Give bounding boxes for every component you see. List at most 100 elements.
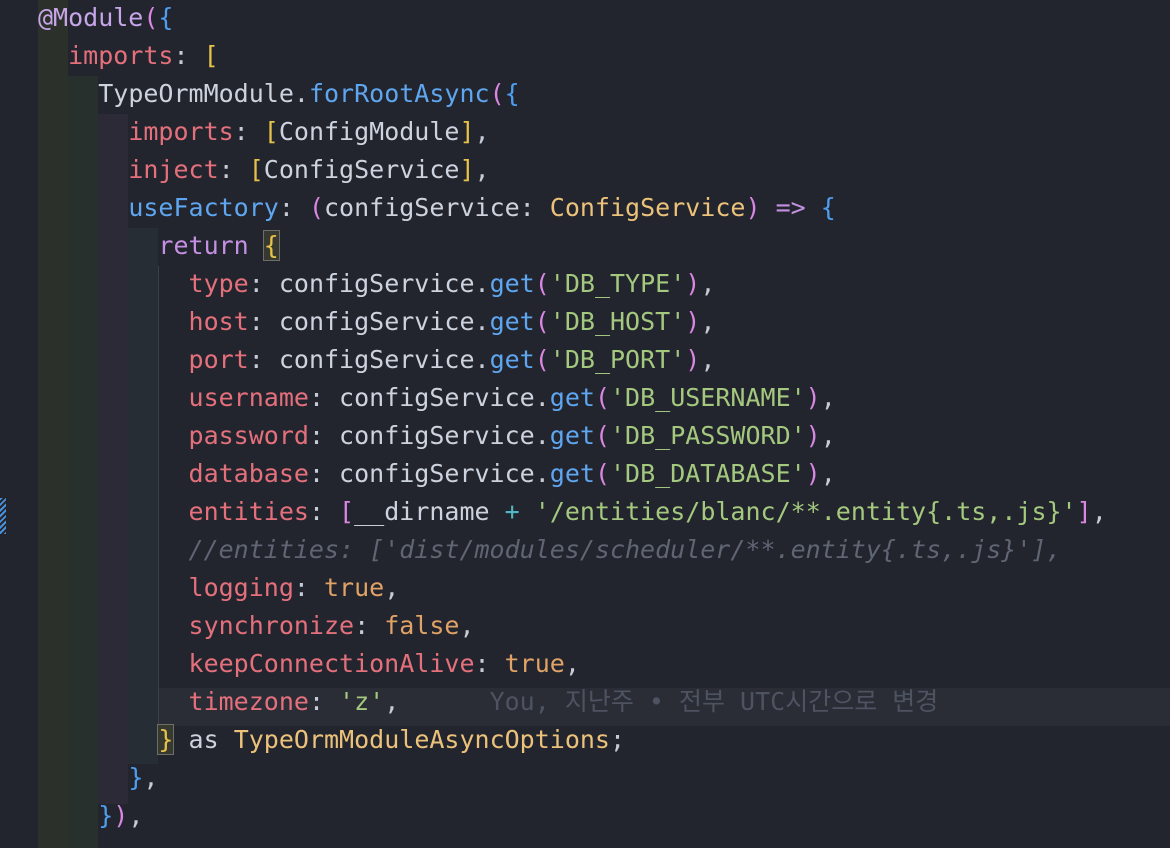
code-line[interactable]: database: configService.get('DB_DATABASE… — [38, 455, 836, 493]
code-line[interactable]: host: configService.get('DB_HOST'), — [38, 303, 716, 341]
code-token: get — [489, 307, 535, 336]
code-token: ConfigModule — [278, 117, 460, 146]
code-line[interactable]: entities: [__dirname + '/entities/blanc/… — [38, 493, 1107, 531]
code-token: 'DB_HOST' — [549, 307, 686, 336]
code-line[interactable]: @Module({ — [38, 0, 173, 37]
code-token: : — [278, 193, 309, 222]
code-token: true — [323, 573, 385, 602]
code-token: , — [700, 269, 716, 298]
code-token: TypeOrmModuleAsyncOptions — [233, 725, 610, 754]
code-line[interactable]: imports: [ — [38, 37, 219, 75]
code-token: ) — [805, 383, 821, 412]
code-token: 'DB_PORT' — [549, 345, 686, 374]
code-line[interactable]: port: configService.get('DB_PORT'), — [38, 341, 716, 379]
code-token: logging — [188, 573, 294, 602]
code-token: : — [354, 611, 385, 640]
code-line[interactable]: imports: [ConfigModule], — [38, 113, 489, 151]
code-token: __dirname — [354, 497, 490, 526]
code-token: ( — [534, 307, 550, 336]
code-token: , — [1091, 497, 1107, 526]
code-token: [ — [263, 117, 279, 146]
code-token: } — [157, 724, 175, 755]
code-token: 'DB_USERNAME' — [610, 383, 806, 412]
code-token: host — [188, 307, 249, 336]
code-token: 'DB_TYPE' — [549, 269, 686, 298]
code-token: : — [519, 193, 550, 222]
code-token: . — [534, 459, 550, 488]
code-line[interactable]: //entities: ['dist/modules/scheduler/**.… — [38, 531, 1062, 569]
code-line[interactable]: }), — [38, 797, 143, 835]
code-token: entities — [188, 497, 309, 526]
code-line[interactable]: logging: true, — [38, 569, 400, 607]
code-token: configService — [324, 193, 520, 222]
code-token: + — [504, 497, 520, 526]
code-token: : — [308, 497, 340, 526]
code-token: 'z' — [339, 687, 385, 716]
code-line[interactable]: } as TypeOrmModuleAsyncOptions; — [38, 721, 625, 759]
code-token: true — [504, 649, 565, 678]
code-token: { — [504, 79, 520, 108]
code-line[interactable]: password: configService.get('DB_PASSWORD… — [38, 417, 836, 455]
code-token: get — [489, 345, 535, 374]
code-token: => — [775, 193, 806, 222]
code-token: , — [384, 573, 400, 602]
code-token: : — [248, 307, 279, 336]
code-token: get — [489, 269, 535, 298]
code-token: , — [128, 801, 144, 830]
code-token: : — [248, 269, 279, 298]
code-token: ( — [534, 345, 550, 374]
code-token: type — [188, 269, 249, 298]
code-token: synchronize — [188, 611, 355, 640]
code-token: 'DB_PASSWORD' — [610, 421, 806, 450]
code-token: : — [173, 41, 204, 70]
code-token: configService — [339, 383, 535, 412]
code-token: get — [549, 459, 595, 488]
code-token: useFactory — [128, 193, 279, 222]
code-line[interactable]: timezone: 'z', You, 지난주 • 전부 UTC시간으로 변경 — [38, 683, 939, 721]
code-token: , — [700, 307, 716, 336]
code-token: TypeOrmModule — [98, 79, 294, 108]
code-token: . — [474, 345, 490, 374]
code-editor[interactable]: @Module({ imports: [ TypeOrmModule.forRo… — [0, 0, 1170, 848]
git-change-marker — [0, 498, 6, 534]
code-token: : — [308, 421, 340, 450]
code-line[interactable]: TypeOrmModule.forRootAsync({ — [38, 75, 520, 113]
code-line[interactable]: inject: [ConfigService], — [38, 151, 489, 189]
code-token: as — [173, 725, 234, 754]
code-token: configService — [278, 269, 475, 298]
code-token: ( — [594, 459, 610, 488]
code-token: ) — [685, 269, 701, 298]
code-token: ) — [113, 801, 129, 830]
code-token: { — [158, 3, 174, 32]
code-token: get — [549, 421, 595, 450]
code-token: imports — [68, 41, 174, 70]
code-token: , — [820, 421, 836, 450]
code-line[interactable]: }, — [38, 759, 158, 797]
code-token: { — [262, 230, 280, 261]
code-line[interactable]: keepConnectionAlive: true, — [38, 645, 580, 683]
code-line[interactable]: useFactory: (configService: ConfigServic… — [38, 189, 836, 227]
code-token: ( — [594, 421, 610, 450]
code-token: @Module — [38, 3, 144, 32]
code-line[interactable]: return { — [38, 227, 280, 265]
code-line[interactable]: username: configService.get('DB_USERNAME… — [38, 379, 836, 417]
code-token: database — [188, 459, 309, 488]
code-token: configService — [339, 459, 535, 488]
code-token: . — [293, 79, 309, 108]
code-token: '/entities/blanc/**.entity{.ts,.js}' — [534, 497, 1077, 526]
code-token: , — [564, 649, 580, 678]
code-line[interactable]: synchronize: false, — [38, 607, 475, 645]
code-token: ( — [534, 269, 550, 298]
code-token: ) — [685, 345, 701, 374]
code-token: } — [98, 801, 114, 830]
code-line[interactable]: type: configService.get('DB_TYPE'), — [38, 265, 716, 303]
